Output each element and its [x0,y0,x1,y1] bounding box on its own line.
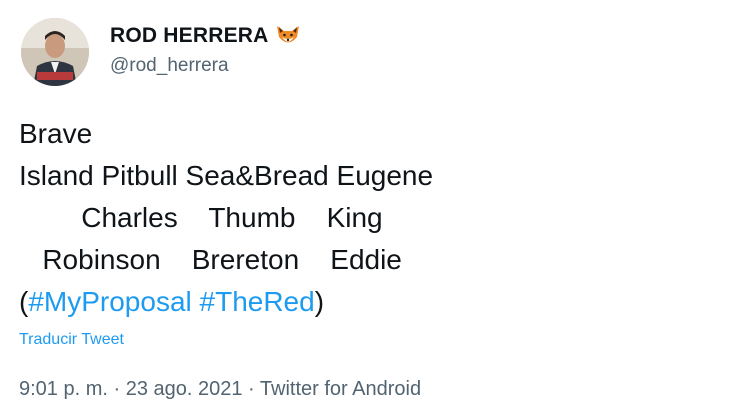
translate-tweet-link[interactable]: Traducir Tweet [19,331,124,349]
fox-face-icon [276,26,299,43]
tweet-hashtag-line: (#MyProposal #TheRed) [19,281,719,323]
meta-separator: · [107,378,126,400]
hashtag-thered-link[interactable]: #TheRed [200,286,315,317]
profile-photo-icon [21,18,89,86]
avatar[interactable] [21,18,89,86]
paren-open: ( [19,286,29,317]
tweet-line: Robinson Brereton Eddie [19,244,402,275]
tweet-time[interactable]: 9:01 p. m. [19,378,108,400]
author-display-name[interactable]: ROD HERRERA [110,24,269,48]
tweet-metadata: 9:01 p. m. · 23 ago. 2021 · Twitter for … [19,378,421,401]
hashtag-myproposal-link[interactable]: #MyProposal [28,286,191,317]
tweet-source[interactable]: Twitter for Android [260,378,421,400]
paren-close: ) [314,286,325,317]
tweet-text: Brave Island Pitbull Sea&Bread Eugene Ch… [19,113,719,323]
hashtag-separator [192,286,200,317]
meta-separator: · [242,378,260,400]
tweet-line: Brave [19,118,93,149]
tweet-date[interactable]: 23 ago. 2021 [126,378,243,400]
author-handle[interactable]: @rod_herrera [110,55,229,77]
tweet-line: Charles Thumb King [19,202,383,233]
tweet-line: Island Pitbull Sea&Bread Eugene [19,160,434,191]
author-name-row: ROD HERRERA [110,24,301,48]
